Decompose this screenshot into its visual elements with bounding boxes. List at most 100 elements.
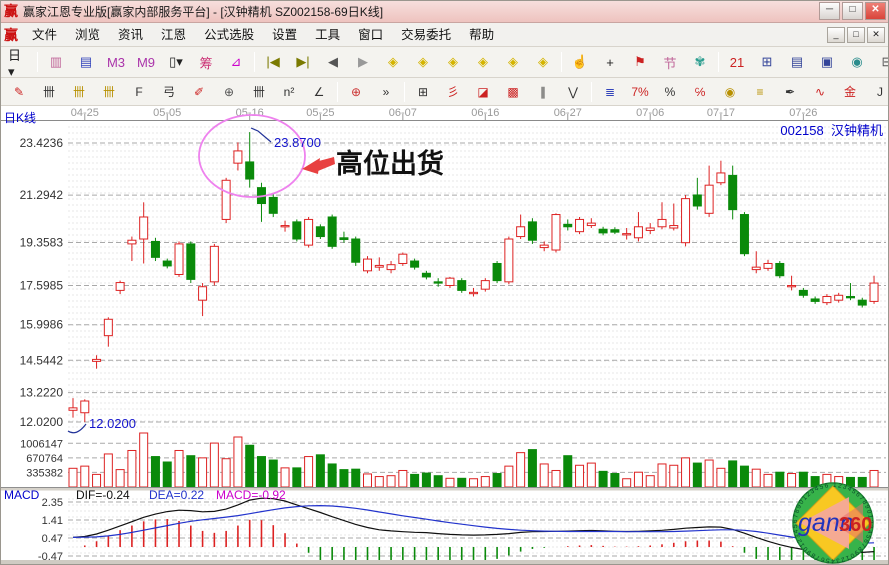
minimize-button[interactable]: ─ [819,2,840,20]
calendar-button[interactable]: 21 [723,50,751,74]
zoom-in-button[interactable]: ◈ [499,50,527,74]
brain-tool-button[interactable]: ✾ [686,50,714,74]
volume-bar [623,479,631,487]
volume-bar [293,468,301,487]
zoom-h-button[interactable]: ◈ [439,50,467,74]
ma3-button[interactable]: M3 [102,50,130,74]
chip-distribution-button[interactable]: 筹 [192,50,220,74]
angle-tool-button[interactable]: ∠ [305,81,333,102]
golden-box-button[interactable]: 金 [836,81,864,102]
child-close-button[interactable]: ✕ [867,27,885,43]
ruler-button[interactable]: ≣ [596,81,624,102]
ray-lines-button[interactable]: 彡 [439,81,467,102]
v-slant-button[interactable]: ⋁ [559,81,587,102]
ma9-button[interactable]: M9 [132,50,160,74]
maximize-button[interactable]: □ [842,2,863,20]
chart-window-button[interactable]: ▥ [42,50,70,74]
bow-tool-button[interactable]: 弓 [155,81,183,102]
toolbar-separator [718,52,719,72]
child-minimize-button[interactable]: _ [827,27,845,43]
app-logo-icon: 赢 [4,1,18,21]
step-back-button[interactable]: ◀ [319,50,347,74]
zoom-v-button[interactable]: ◈ [469,50,497,74]
percent-7-button[interactable]: 7% [626,81,654,102]
volume-bar [163,462,171,487]
skip-start-button[interactable]: |◀ [259,50,287,74]
candle-style-button[interactable]: ▯▾ [162,50,190,74]
volume-bar [93,474,101,487]
child-restore-button[interactable]: □ [847,27,865,43]
toolbar-row-2: ✎卌卌卌F弓✐⊕卌n²∠⊕»⊞彡◪▩∥⋁≣7%%℅◉≡✒∿金JF金神庄四 [0,78,889,106]
golden-lines-button[interactable]: ≡ [746,81,774,102]
percent-lines-button[interactable]: ℅ [686,81,714,102]
skip-end-button[interactable]: ▶| [289,50,317,74]
candle-body [104,319,112,335]
price-grid-button[interactable]: 卌 [245,81,273,102]
snapshot-button[interactable]: ◉ [843,50,871,74]
candle-body [552,215,560,250]
golden-grid-1-button[interactable]: 卌 [65,81,93,102]
notepad-button[interactable]: ▤ [783,50,811,74]
zoom-left-button[interactable]: ◈ [379,50,407,74]
jie-marker-button[interactable]: 节 [656,50,684,74]
pan-hand-button[interactable]: ☝ [566,50,594,74]
golden-grid-2-button[interactable]: 卌 [95,81,123,102]
ink-pen-button[interactable]: ✒ [776,81,804,102]
menu-item-3[interactable]: 江恩 [152,24,195,46]
gann-wheel-button[interactable]: ⊕ [215,81,243,102]
parallel-lines-button[interactable]: ∥ [529,81,557,102]
volume-bar [646,476,654,487]
candle-body [823,297,831,303]
menu-item-2[interactable]: 资讯 [109,24,152,46]
menu-item-4[interactable]: 公式选股 [195,24,263,46]
overflow-chevron-button[interactable]: » [372,81,400,102]
volume-bar [634,472,642,487]
candle-body [693,195,701,206]
menu-item-6[interactable]: 工具 [306,24,349,46]
candle-body [517,227,525,237]
menu-item-9[interactable]: 帮助 [460,24,503,46]
window-grid-button[interactable]: ⊞ [409,81,437,102]
zoom-out-button[interactable]: ◈ [529,50,557,74]
menu-item-7[interactable]: 窗口 [349,24,392,46]
volume-bar [505,466,513,487]
volume-bar [140,433,148,487]
calculator-button[interactable]: ⊞ [753,50,781,74]
volume-bar [257,457,265,487]
menu-item-5[interactable]: 设置 [263,24,306,46]
save-button[interactable]: ▣ [813,50,841,74]
volume-profile-button[interactable]: ⊿ [222,50,250,74]
red-pencil-button[interactable]: ✐ [185,81,213,102]
menu-item-1[interactable]: 浏览 [66,24,109,46]
candle-body [729,175,737,209]
print-button[interactable]: ⊟ [873,50,889,74]
draw-pen-button[interactable]: ✎ [5,81,33,102]
date-tick-label: 06-16 [471,107,499,119]
zoom-right-button[interactable]: ◈ [409,50,437,74]
volume-bar [187,456,195,487]
grid-box-button[interactable]: ▩ [499,81,527,102]
step-forward-button[interactable]: ▶ [349,50,377,74]
crosshair-button[interactable]: + [596,50,624,74]
low-price-annotation: 12.0200 [89,416,136,431]
macd-axis-label: 1.41 [42,515,63,527]
menu-item-8[interactable]: 交易委托 [392,24,460,46]
period-daily-button[interactable]: 日 ▾ [5,50,33,74]
candle-body [858,300,866,305]
fan-box-button[interactable]: ◪ [469,81,497,102]
gann-grid-button[interactable]: 卌 [35,81,63,102]
square-of-nine-button[interactable]: n² [275,81,303,102]
j-angle-button[interactable]: J [866,81,889,102]
candle-body [222,180,230,219]
percent-button[interactable]: % [656,81,684,102]
mark-flag-button[interactable]: ⚑ [626,50,654,74]
golden-circle-button[interactable]: ◉ [716,81,744,102]
wave-tool-button[interactable]: ∿ [806,81,834,102]
volume-bar [458,478,466,487]
target-circle-button[interactable]: ⊕ [342,81,370,102]
menu-item-0[interactable]: 文件 [23,24,66,46]
fibonacci-grid-button[interactable]: F [125,81,153,102]
close-button[interactable]: ✕ [865,2,886,20]
candle-body [375,265,383,267]
quote-list-button[interactable]: ▤ [72,50,100,74]
